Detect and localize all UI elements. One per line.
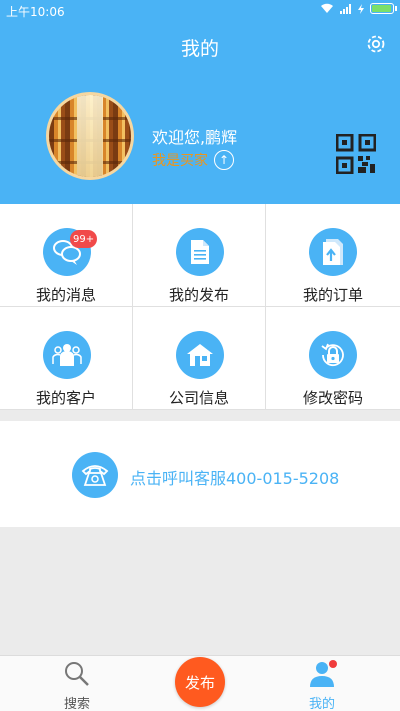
menu-item-orders[interactable]: 我的订单 [266, 204, 400, 307]
charging-icon [358, 3, 364, 14]
publish-button[interactable]: 发布 [175, 657, 225, 707]
page-title: 我的 [180, 38, 219, 60]
wifi-icon [321, 3, 333, 13]
tab-label: 我的 [308, 697, 335, 711]
switch-arrow-icon[interactable]: ↑ [214, 150, 234, 170]
customer-service[interactable]: 点击呼叫客服400-015-5208 [0, 421, 400, 527]
welcome-text: 欢迎您,鹏辉 [152, 128, 238, 147]
status-time: 上午10:06 [6, 5, 65, 19]
document-icon [176, 228, 224, 276]
battery-icon [370, 3, 397, 14]
notification-dot [329, 660, 337, 668]
battery-fill [372, 5, 391, 12]
avatar-detail [77, 95, 103, 177]
status-bar: 上午10:06 [0, 0, 400, 22]
menu-grid: 99+ 我的消息 我的发布 我的订单 我的客户 公司信息 修改密码 [0, 204, 400, 410]
customers-icon [43, 331, 91, 379]
tab-label: 搜索 [63, 697, 90, 711]
profile-header: 我的 欢迎您,鹏辉 我是买家 ↑ [0, 22, 400, 204]
company-icon [176, 331, 224, 379]
menu-item-change-password[interactable]: 修改密码 [266, 307, 400, 410]
search-icon [65, 662, 89, 686]
menu-item-label: 公司信息 [168, 389, 229, 407]
menu-item-label: 我的消息 [35, 286, 96, 304]
tab-search[interactable]: 搜索 [37, 656, 117, 711]
menu-item-label: 我的订单 [302, 286, 363, 304]
tab-mine[interactable]: 我的 [282, 656, 362, 711]
menu-item-label: 我的发布 [168, 286, 229, 304]
menu-item-messages[interactable]: 99+ 我的消息 [0, 204, 133, 307]
avatar[interactable] [46, 92, 134, 180]
qr-code-icon[interactable] [336, 134, 376, 174]
role-label: 我是买家 [152, 153, 208, 169]
menu-item-label: 修改密码 [302, 389, 363, 407]
unread-badge: 99+ [70, 230, 98, 248]
menu-item-label: 我的客户 [35, 389, 96, 407]
role-switch[interactable]: 我是买家 ↑ [152, 150, 234, 170]
menu-item-company[interactable]: 公司信息 [133, 307, 266, 410]
gear-icon[interactable] [364, 32, 388, 56]
telephone-icon [72, 452, 118, 498]
order-icon [309, 228, 357, 276]
service-hotline-text[interactable]: 点击呼叫客服400-015-5208 [130, 465, 339, 489]
menu-item-customers[interactable]: 我的客户 [0, 307, 133, 410]
lock-icon [309, 331, 357, 379]
status-icons [320, 3, 397, 14]
signal-icon [340, 3, 351, 14]
menu-item-publications[interactable]: 我的发布 [133, 204, 266, 307]
